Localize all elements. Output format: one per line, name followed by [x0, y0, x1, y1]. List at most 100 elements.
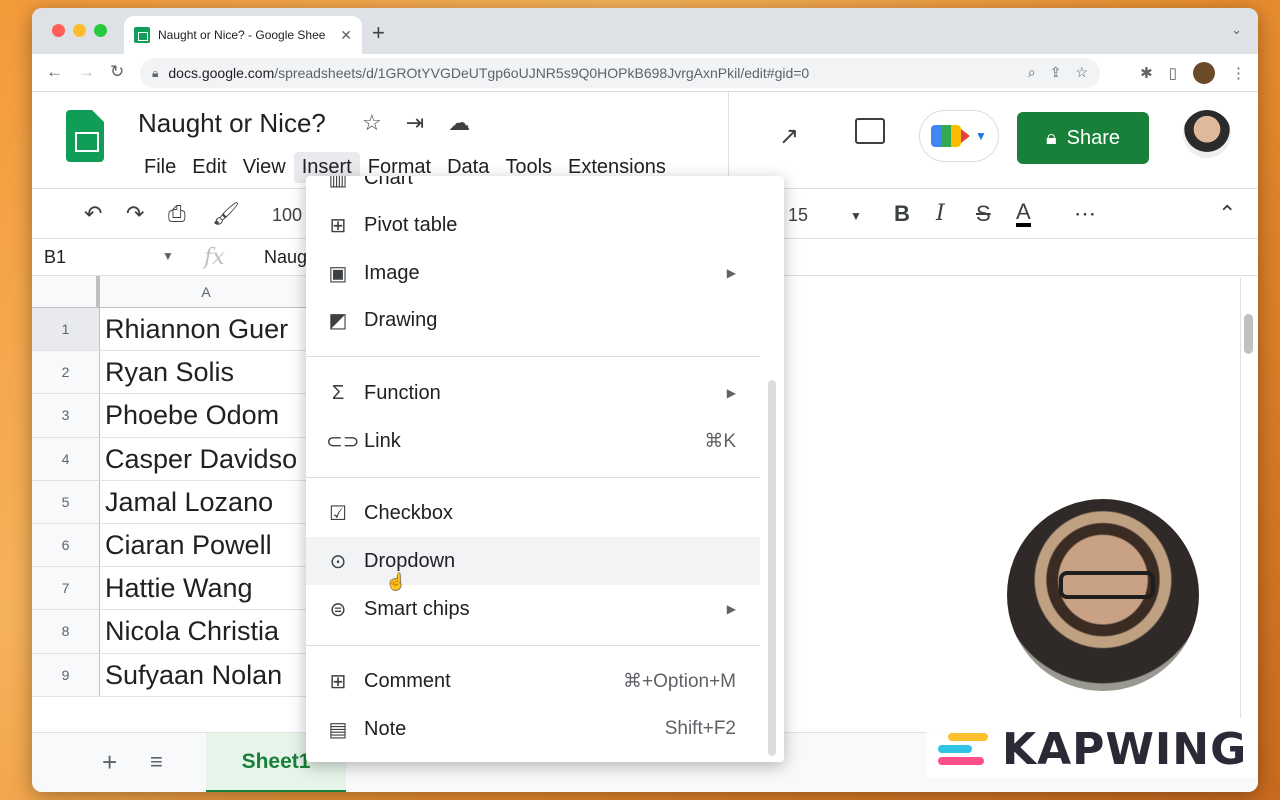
- cell[interactable]: Jamal Lozano: [100, 481, 312, 523]
- share-button[interactable]: 🔒︎ Share: [1017, 112, 1149, 164]
- all-sheets-icon[interactable]: ≡: [150, 749, 163, 775]
- print-icon[interactable]: ⎙: [168, 201, 186, 227]
- browser-tab[interactable]: Naught or Nice? - Google Shee ✕: [124, 16, 362, 54]
- meet-button[interactable]: ▼: [919, 110, 999, 162]
- new-tab-button[interactable]: +: [372, 20, 385, 46]
- menu-scrollbar[interactable]: [768, 380, 776, 756]
- kapwing-watermark: KAPWING: [926, 720, 1258, 778]
- row-number[interactable]: 9: [32, 653, 100, 696]
- back-icon[interactable]: ←: [46, 62, 63, 82]
- share-page-icon[interactable]: ⇪: [1050, 64, 1062, 81]
- bookmark-star-icon[interactable]: ☆: [1075, 64, 1088, 81]
- menu-edit[interactable]: Edit: [184, 152, 234, 183]
- scrollbar-thumb[interactable]: [1244, 314, 1253, 354]
- redo-icon[interactable]: ↷: [126, 201, 144, 227]
- add-sheet-button[interactable]: +: [102, 747, 117, 778]
- cell[interactable]: Phoebe Odom: [100, 394, 312, 436]
- sheets-favicon-icon: [134, 27, 150, 43]
- row-number[interactable]: 6: [32, 523, 100, 567]
- menu-item-label: Chart: [364, 176, 413, 189]
- italic-icon[interactable]: I: [936, 201, 945, 226]
- move-folder-icon[interactable]: ⇥: [406, 110, 424, 136]
- tab-search-chevron-icon[interactable]: ⌄: [1231, 22, 1242, 38]
- row-number[interactable]: 1: [32, 308, 100, 351]
- menu-item-comment[interactable]: ⊞ Comment ⌘+Option+M: [306, 657, 760, 705]
- browser-extensions: ✱ ▯ ⋮: [1140, 62, 1246, 84]
- row-number[interactable]: 7: [32, 567, 100, 610]
- comment-history-icon[interactable]: [855, 118, 885, 144]
- side-panel-icon[interactable]: ▯: [1169, 64, 1177, 82]
- cell[interactable]: Casper Davidso: [100, 438, 312, 480]
- star-icon[interactable]: ☆: [362, 110, 382, 136]
- title-actions: ☆ ⇥ ☁: [362, 110, 470, 136]
- cell[interactable]: Sufyaan Nolan: [100, 654, 312, 696]
- paint-format-icon[interactable]: 🖌︎: [212, 201, 240, 227]
- menu-item-note[interactable]: ▤ Note Shift+F2: [306, 705, 760, 753]
- menu-item-chart[interactable]: ▥ Chart: [306, 176, 760, 202]
- submenu-arrow-icon: ▶: [726, 602, 736, 616]
- cell[interactable]: Ryan Solis: [100, 351, 312, 393]
- column-header-a[interactable]: A: [100, 276, 312, 307]
- activity-trend-icon[interactable]: ↗: [779, 122, 799, 151]
- row-number[interactable]: 5: [32, 480, 100, 523]
- note-icon: ▤: [328, 718, 348, 741]
- cell[interactable]: Nicola Christia: [100, 610, 312, 652]
- menu-item-dropdown[interactable]: ⊙ Dropdown: [306, 537, 760, 585]
- row-number[interactable]: 4: [32, 437, 100, 480]
- menu-item-pivot-table[interactable]: ⊞ Pivot table: [306, 201, 760, 249]
- text-color-icon[interactable]: A: [1016, 201, 1031, 227]
- menu-item-drawing[interactable]: ◩ Drawing: [306, 296, 760, 344]
- cell[interactable]: Hattie Wang: [100, 567, 312, 609]
- formula-input[interactable]: Naug: [264, 247, 307, 268]
- extensions-puzzle-icon[interactable]: ✱: [1140, 64, 1153, 82]
- font-size-select[interactable]: 15: [788, 205, 808, 226]
- address-bar[interactable]: 🔒︎ docs.google.com/spreadsheets/d/1GROtY…: [140, 58, 1100, 88]
- document-title[interactable]: Naught or Nice?: [138, 108, 326, 139]
- reload-icon[interactable]: ↻: [110, 62, 124, 82]
- menu-file[interactable]: File: [136, 152, 184, 183]
- cell[interactable]: Rhiannon Guer: [100, 308, 312, 350]
- webcam-overlay: [1004, 496, 1202, 694]
- row-number[interactable]: 2: [32, 351, 100, 394]
- menu-item-checkbox[interactable]: ☑ Checkbox: [306, 489, 760, 537]
- close-window-button[interactable]: [52, 24, 65, 37]
- zoom-select[interactable]: 100: [272, 205, 302, 226]
- font-size-caret-icon[interactable]: ▼: [850, 209, 862, 223]
- forward-icon[interactable]: →: [78, 62, 95, 82]
- zoom-icon[interactable]: ⌕: [1028, 64, 1036, 81]
- smart-chips-icon: ⊜: [329, 598, 347, 621]
- menu-divider: [306, 645, 760, 646]
- browser-menu-icon[interactable]: ⋮: [1231, 64, 1246, 82]
- row-number[interactable]: 8: [32, 610, 100, 653]
- close-tab-icon[interactable]: ✕: [340, 27, 352, 44]
- select-all-corner[interactable]: [32, 276, 100, 307]
- name-box-caret-icon[interactable]: ▼: [162, 249, 174, 263]
- cloud-status-icon[interactable]: ☁: [448, 110, 470, 136]
- cell[interactable]: Ciaran Powell: [100, 524, 312, 566]
- minimize-window-button[interactable]: [73, 24, 86, 37]
- bold-icon[interactable]: B: [894, 201, 910, 227]
- lock-icon[interactable]: 🔒︎: [152, 66, 158, 81]
- collapse-toolbar-icon[interactable]: ⌃: [1218, 201, 1236, 227]
- menu-item-smart-chips[interactable]: ⊜ Smart chips ▶: [306, 585, 760, 633]
- menu-view[interactable]: View: [235, 152, 294, 183]
- row-number[interactable]: 3: [32, 394, 100, 437]
- profile-avatar[interactable]: [1193, 62, 1215, 84]
- zoom-window-button[interactable]: [94, 24, 107, 37]
- more-options-icon[interactable]: ⋯: [1074, 201, 1096, 227]
- sheets-logo-icon[interactable]: [66, 110, 104, 162]
- sheets-header: Naught or Nice? ☆ ⇥ ☁ File Edit View Ins…: [32, 92, 1258, 188]
- vertical-scrollbar[interactable]: [1240, 278, 1256, 718]
- menu-item-link[interactable]: ⊂⊃ Link ⌘K: [306, 417, 760, 465]
- strikethrough-icon[interactable]: S: [976, 201, 991, 227]
- shortcut: Shift+F2: [664, 718, 736, 739]
- table-row: 7 Hattie Wang: [32, 567, 312, 611]
- menu-item-function[interactable]: Σ Function ▶: [306, 369, 760, 417]
- name-box[interactable]: B1: [44, 247, 66, 268]
- user-avatar[interactable]: [1183, 110, 1231, 158]
- table-row: 2 Ryan Solis: [32, 351, 312, 395]
- menu-item-label: Function: [364, 381, 441, 404]
- menu-item-image[interactable]: ▣ Image ▶: [306, 249, 760, 297]
- undo-icon[interactable]: ↶: [84, 201, 102, 227]
- menu-item-label: Pivot table: [364, 213, 458, 236]
